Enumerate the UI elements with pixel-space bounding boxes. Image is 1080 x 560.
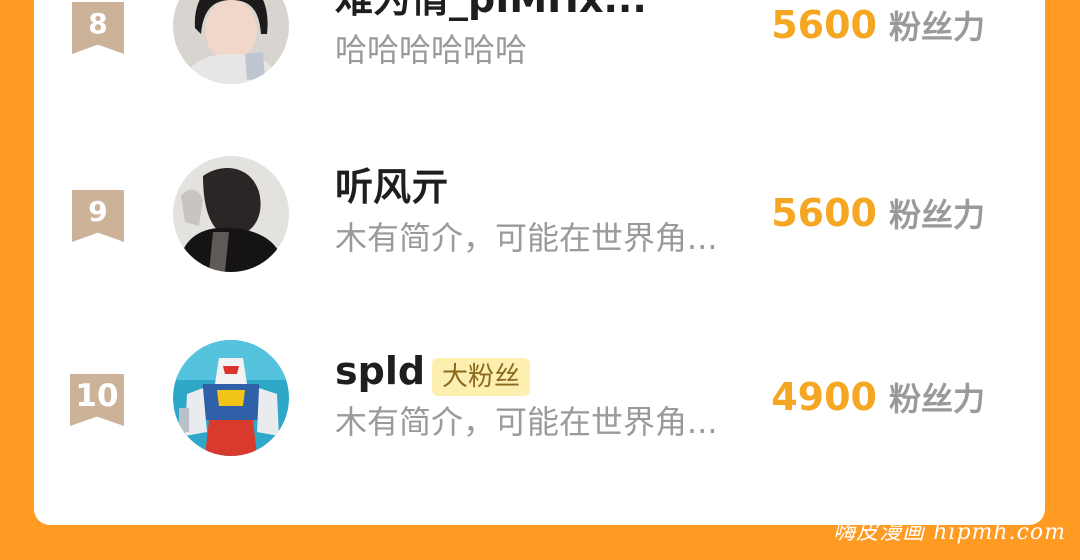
- ranking-card: 8 难为情_pIMHx... 哈哈哈哈哈哈 5600 粉丝力 9: [34, 0, 1045, 525]
- rank-ribbon-icon: 8: [72, 2, 124, 54]
- ranking-row[interactable]: 8 难为情_pIMHx... 哈哈哈哈哈哈 5600 粉丝力: [34, 0, 1045, 88]
- fan-score-value: 5600: [771, 3, 877, 47]
- fan-score-value: 4900: [771, 375, 877, 419]
- user-bio: 木有简介，可能在世界角...: [335, 219, 718, 257]
- fan-score: 5600 粉丝力: [771, 190, 985, 244]
- fan-score-value: 5600: [771, 191, 877, 235]
- rank-ribbon-icon: 10: [70, 374, 124, 426]
- user-name[interactable]: spld: [335, 348, 425, 394]
- rank-ribbon-icon: 9: [72, 190, 124, 242]
- user-bio: 哈哈哈哈哈哈: [335, 31, 528, 69]
- big-fan-badge: 大粉丝: [432, 358, 531, 396]
- avatar[interactable]: [173, 340, 289, 456]
- avatar[interactable]: [173, 0, 289, 84]
- fan-score-unit: 粉丝力: [888, 8, 985, 46]
- ranking-row[interactable]: 9 听风亓 木有简介，可能在世界角... 5600 粉丝力: [34, 156, 1045, 276]
- avatar-person-photo-icon: [173, 156, 289, 272]
- user-name[interactable]: 听风亓: [335, 164, 449, 210]
- fan-score: 4900 粉丝力: [771, 374, 985, 428]
- fan-score-unit: 粉丝力: [888, 196, 985, 234]
- fan-score-unit: 粉丝力: [888, 380, 985, 418]
- ranking-row[interactable]: 10 spld 大粉丝 木有简介，可能在世界角... 4900 粉丝力: [34, 340, 1045, 460]
- avatar-girl-photo-icon: [173, 0, 289, 84]
- avatar-robot-photo-icon: [173, 340, 289, 456]
- user-name[interactable]: 难为情_pIMHx...: [335, 0, 647, 22]
- user-bio: 木有简介，可能在世界角...: [335, 403, 718, 441]
- avatar[interactable]: [173, 156, 289, 272]
- site-watermark: 嗨皮漫画 hipmh.com: [833, 520, 1066, 545]
- fan-score: 5600 粉丝力: [771, 2, 985, 56]
